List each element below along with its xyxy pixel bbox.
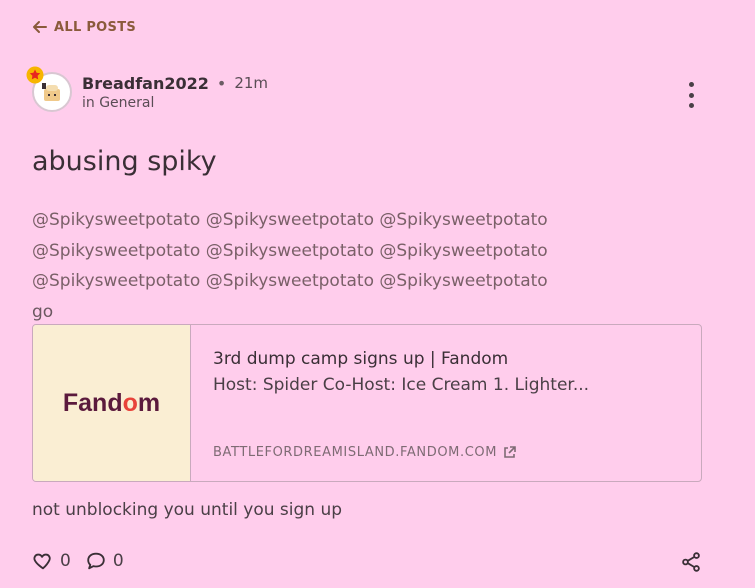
comment-icon	[87, 552, 105, 570]
link-preview-title: 3rd dump camp signs up | Fandom	[213, 349, 509, 369]
arrow-left-icon	[33, 21, 47, 33]
post-category[interactable]: in General	[82, 95, 268, 111]
link-preview-card[interactable]: Fandom 3rd dump camp signs up | Fandom H…	[32, 324, 702, 482]
share-icon[interactable]	[680, 551, 702, 573]
more-vertical-icon	[688, 82, 694, 87]
external-link-icon	[504, 446, 516, 458]
back-label: ALL POSTS	[54, 19, 137, 35]
fandom-flame-letter: o	[122, 388, 138, 417]
body-line[interactable]: @Spikysweetpotato @Spikysweetpotato @Spi…	[32, 205, 682, 236]
meta-separator: •	[216, 73, 227, 93]
more-options-button[interactable]	[680, 82, 702, 108]
avatar[interactable]	[26, 66, 72, 112]
comment-count: 0	[112, 551, 124, 571]
body-line[interactable]: @Spikysweetpotato @Spikysweetpotato @Spi…	[32, 266, 682, 297]
post-body: @Spikysweetpotato @Spikysweetpotato @Spi…	[32, 205, 682, 328]
link-domain-text: BATTLEFORDREAMISLAND.FANDOM.COM	[213, 445, 498, 460]
link-preview-domain: BATTLEFORDREAMISLAND.FANDOM.COM	[213, 445, 516, 460]
post-time: 21m	[234, 74, 269, 92]
link-preview-image: Fandom	[33, 325, 191, 481]
post-title: abusing spiky	[32, 146, 217, 177]
comment-button[interactable]: 0	[85, 550, 124, 572]
body-line[interactable]: @Spikysweetpotato @Spikysweetpotato @Spi…	[32, 236, 682, 267]
fandom-logo-text: Fandom	[62, 388, 161, 417]
heart-icon	[33, 553, 51, 570]
like-button[interactable]: 0	[32, 550, 71, 572]
author-name[interactable]: Breadfan2022	[82, 74, 209, 93]
link-preview-description: Host: Spider Co-Host: Ice Cream 1. Light…	[213, 375, 590, 395]
bread-avatar-icon	[42, 83, 60, 101]
post-actions: 0 0	[32, 550, 124, 572]
like-count: 0	[60, 551, 71, 571]
back-to-all-posts-link[interactable]: ALL POSTS	[32, 19, 136, 35]
post-author-block: Breadfan2022 • 21m in General	[26, 66, 269, 112]
post-footer-text: not unblocking you until you sign up	[32, 500, 343, 520]
fandom-logo: Fandom	[63, 389, 160, 418]
